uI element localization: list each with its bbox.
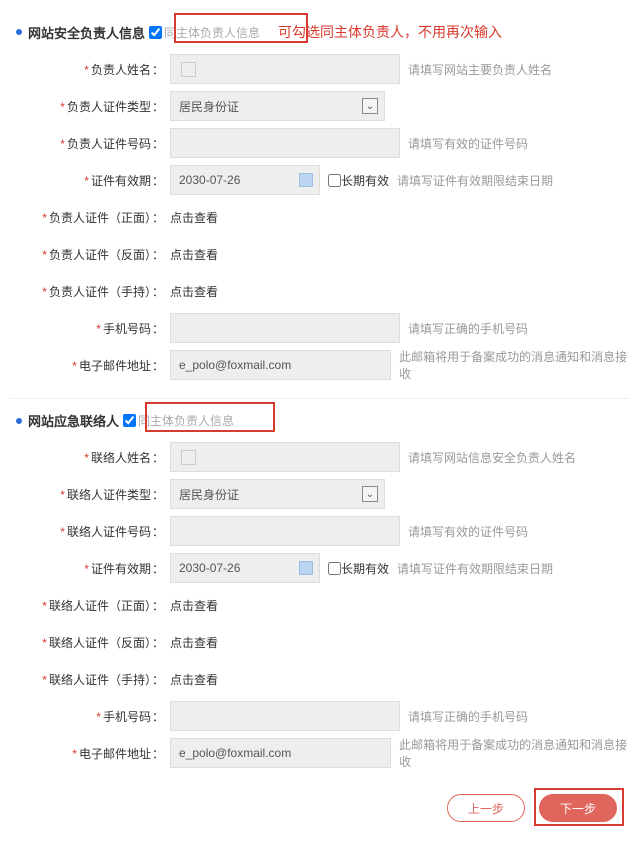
contact-idnum-input[interactable] [170,516,400,546]
next-button[interactable]: 下一步 [539,794,617,822]
officer-validdate-input[interactable]: 2030-07-26 [170,165,320,195]
label-cert-hand2: 联络人证件（手持） [49,673,151,687]
same-as-main-checkbox[interactable]: 同主体负责人信息 [149,24,260,41]
label-phone: 手机号码 [103,322,151,336]
officer-name-input[interactable] [170,54,400,84]
officer-email-value: e_polo@foxmail.com [179,358,291,372]
hint-phone2: 请填写正确的手机号码 [408,708,528,725]
officer-idnum-input[interactable] [170,128,400,158]
label-phone2: 手机号码 [103,710,151,724]
long-valid-label-2: 长期有效 [341,560,389,577]
label-idnum: 负责人证件号码 [67,137,151,151]
hint-name: 请填写网站主要负责人姓名 [408,61,552,78]
contact-idtype-select[interactable]: 居民身份证 ⌄ [170,479,385,509]
prev-button[interactable]: 上一步 [447,794,525,822]
chevron-down-icon: ⌄ [362,98,378,114]
label-email2: 电子邮件地址 [79,747,151,761]
long-valid-checkbox-2[interactable]: 长期有效 [328,560,389,577]
officer-validdate-value: 2030-07-26 [179,173,240,187]
contact-idtype-value: 居民身份证 [179,486,239,503]
view-cert-hand-link[interactable]: 点击查看 [170,283,218,300]
contact-validdate-value: 2030-07-26 [179,561,240,575]
button-bar: 上一步 下一步 [10,780,629,826]
contact-validdate-input[interactable]: 2030-07-26 [170,553,320,583]
emergency-contact-section: 网站应急联络人 同主体负责人信息 *联络人姓名： 请填写网站信息安全负责人姓名 … [10,407,629,770]
required-icon: * [84,63,89,77]
bullet-icon [16,29,22,35]
long-valid-check-input-2[interactable] [328,562,341,575]
contact-phone-input[interactable] [170,701,400,731]
same-as-main-check-input[interactable] [149,26,162,39]
hint-idnum: 请填写有效的证件号码 [408,135,528,152]
calendar-icon [299,561,313,575]
long-valid-checkbox[interactable]: 长期有效 [328,172,389,189]
contact-name-input[interactable] [170,442,400,472]
view-cert-front-link[interactable]: 点击查看 [170,209,218,226]
contact-email-value: e_polo@foxmail.com [179,746,291,760]
label-idtype: 负责人证件类型 [67,100,151,114]
label-idtype2: 联络人证件类型 [67,488,151,502]
section-title-2: 网站应急联络人 [28,411,119,430]
hint-validdate2: 请填写证件有效期限结束日期 [397,560,553,577]
same-as-main-checkbox-2[interactable]: 同主体负责人信息 [123,412,234,429]
label-email: 电子邮件地址 [79,359,151,373]
label-name2: 联络人姓名 [91,451,151,465]
chevron-down-icon: ⌄ [362,486,378,502]
same-as-main-label-2: 同主体负责人信息 [138,412,234,429]
label-idnum2: 联络人证件号码 [67,525,151,539]
same-as-main-label: 同主体负责人信息 [164,24,260,41]
same-as-main-check-input-2[interactable] [123,414,136,427]
label-cert-back: 负责人证件（反面） [49,248,151,262]
view-cert-back-link-2[interactable]: 点击查看 [170,634,218,651]
bullet-icon [16,418,22,424]
label-cert-front: 负责人证件（正面） [49,211,151,225]
hint-idnum2: 请填写有效的证件号码 [408,523,528,540]
hint-red-text: 可勾选同主体负责人，不用再次输入 [278,22,502,42]
officer-phone-input[interactable] [170,313,400,343]
view-cert-hand-link-2[interactable]: 点击查看 [170,671,218,688]
redacted-block-icon [181,62,196,77]
calendar-icon [299,173,313,187]
officer-idtype-value: 居民身份证 [179,98,239,115]
label-validdate: 证件有效期 [91,174,151,188]
hint-email: 此邮箱将用于备案成功的消息通知和消息接收 [399,348,629,382]
redacted-block-icon [181,450,196,465]
label-cert-hand: 负责人证件（手持） [49,285,151,299]
security-officer-section: 网站安全负责人信息 同主体负责人信息 可勾选同主体负责人，不用再次输入 *负责人… [10,18,629,382]
hint-name2: 请填写网站信息安全负责人姓名 [408,449,576,466]
divider [10,398,629,399]
long-valid-label: 长期有效 [341,172,389,189]
section-title: 网站安全负责人信息 [28,23,145,42]
label-cert-back2: 联络人证件（反面） [49,636,151,650]
hint-phone: 请填写正确的手机号码 [408,320,528,337]
label-cert-front2: 联络人证件（正面） [49,599,151,613]
view-cert-front-link-2[interactable]: 点击查看 [170,597,218,614]
hint-email2: 此邮箱将用于备案成功的消息通知和消息接收 [399,736,629,770]
contact-email-input[interactable]: e_polo@foxmail.com [170,738,391,768]
view-cert-back-link[interactable]: 点击查看 [170,246,218,263]
officer-idtype-select[interactable]: 居民身份证 ⌄ [170,91,385,121]
hint-validdate: 请填写证件有效期限结束日期 [397,172,553,189]
label-name: 负责人姓名 [91,63,151,77]
officer-email-input[interactable]: e_polo@foxmail.com [170,350,391,380]
label-validdate2: 证件有效期 [91,562,151,576]
long-valid-check-input[interactable] [328,174,341,187]
